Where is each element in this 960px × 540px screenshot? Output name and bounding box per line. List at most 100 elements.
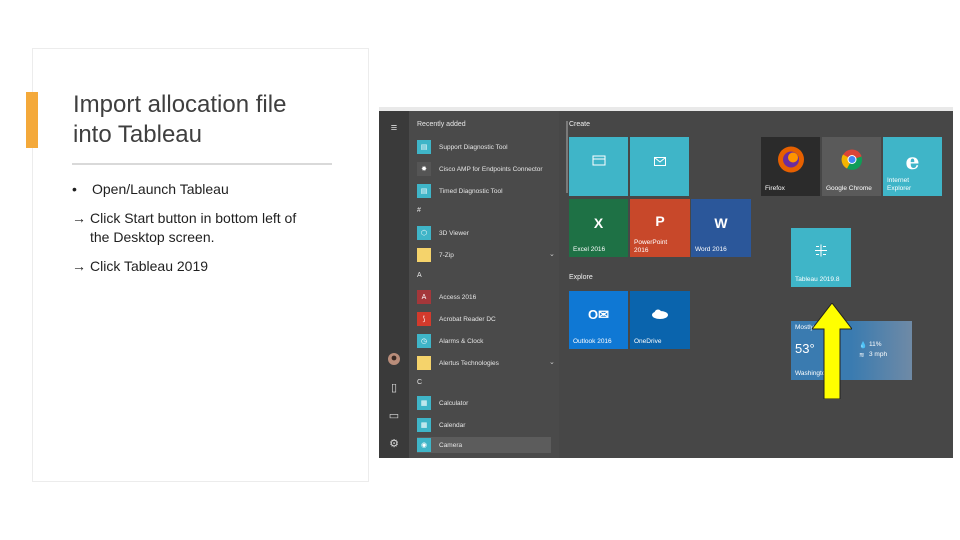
app-item[interactable]: ▦ Calculator <box>417 395 468 411</box>
app-label: Timed Diagnostic Tool <box>439 187 503 195</box>
mail-tile[interactable] <box>630 137 689 196</box>
clock-icon: ◷ <box>417 334 431 348</box>
slide-title: Import allocation file into Tableau <box>73 90 353 150</box>
app-label: Acrobat Reader DC <box>439 315 496 323</box>
arrow-marker: → <box>72 258 86 274</box>
yellow-up-arrow <box>812 303 852 399</box>
group-label-explore: Explore <box>569 274 593 281</box>
weather-condition: Mostly <box>795 324 814 331</box>
chrome-icon <box>841 148 863 175</box>
tile-label: Outlook 2016 <box>573 338 612 345</box>
app-list: Recently added ▤ Support Diagnostic Tool… <box>409 111 559 458</box>
app-item[interactable]: ◉ Camera <box>417 437 551 453</box>
internet-explorer-tile[interactable]: e Internet Explorer <box>883 137 942 196</box>
group-label-create: Create <box>569 121 591 128</box>
tile-label: Firefox <box>765 185 785 192</box>
app-label: Alertus Technologies <box>439 359 499 367</box>
calculator-icon: ▦ <box>417 396 431 410</box>
chrome-tile[interactable]: Google Chrome <box>822 137 881 196</box>
onedrive-tile[interactable]: OneDrive <box>630 291 690 349</box>
calendar-tile[interactable] <box>569 137 628 196</box>
tile-label: Word 2016 <box>695 246 727 253</box>
acrobat-icon: ⟆ <box>417 312 431 326</box>
scroll-divider <box>566 121 568 193</box>
outlook-tile[interactable]: O✉ Outlook 2016 <box>569 291 628 349</box>
app-label: Access 2016 <box>439 293 477 301</box>
weather-wind: 3 mph <box>869 351 888 358</box>
app-item[interactable]: ▤ Timed Diagnostic Tool <box>417 183 503 199</box>
app-label: 3D Viewer <box>439 229 469 237</box>
section-header: # <box>417 207 421 214</box>
app-item[interactable]: A Access 2016 <box>417 289 476 305</box>
tile-label: Tableau 2019.8 <box>795 276 840 283</box>
accent-bar <box>26 92 38 148</box>
weather-precip: 11% <box>869 341 882 348</box>
bullet-list: • Open/Launch Tableau → Click Start butt… <box>72 180 342 286</box>
section-header: C <box>417 379 423 386</box>
app-label: Calendar <box>439 421 466 429</box>
bullet-text-continuation: the Desktop screen. <box>90 229 215 245</box>
arrow-marker: → <box>72 210 86 226</box>
firefox-icon <box>777 145 805 178</box>
bullet-text: Click Start button in bottom left of <box>90 210 297 226</box>
tableau-tile[interactable]: Tableau 2019.8 <box>791 228 851 287</box>
app-label: Calculator <box>439 399 469 407</box>
app-item[interactable]: ⬡ 3D Viewer <box>417 225 469 241</box>
bullet-text: Click Tableau 2019 <box>90 258 209 274</box>
app-item[interactable]: ▦ Calendar <box>417 417 465 433</box>
excel-tile[interactable]: X Excel 2016 <box>569 199 628 257</box>
app-label: Support Diagnostic Tool <box>439 143 508 151</box>
cloud-icon <box>651 306 669 324</box>
app-label: Alarms & Clock <box>439 337 484 345</box>
outlook-icon: O✉ <box>587 307 610 323</box>
camera-icon: ◉ <box>417 438 431 452</box>
user-avatar-icon[interactable] <box>387 353 401 367</box>
tile-label: PowerPoint 2016 <box>634 239 668 254</box>
diagnostic-tool-icon: ▤ <box>417 140 431 154</box>
slide-title-line-1: Import allocation file <box>73 91 287 118</box>
pictures-icon[interactable]: ▭ <box>387 409 401 423</box>
firefox-tile[interactable]: Firefox <box>761 137 820 196</box>
word-tile[interactable]: W Word 2016 <box>691 199 751 257</box>
app-label: Camera <box>439 441 463 449</box>
folder-icon <box>417 356 431 370</box>
app-item[interactable]: ⟆ Acrobat Reader DC <box>417 311 496 327</box>
tile-label: Internet Explorer <box>887 177 912 192</box>
powerpoint-tile[interactable]: P PowerPoint 2016 <box>630 199 690 257</box>
powerpoint-icon: P <box>655 213 665 230</box>
chevron-down-icon[interactable]: ⌄ <box>549 358 555 366</box>
settings-gear-icon[interactable]: ⚙ <box>387 437 401 451</box>
start-menu-screenshot: ≡ ▯ ▭ ⚙ Recently added ▤ Support Diagnos… <box>379 107 953 458</box>
section-header: A <box>417 272 422 279</box>
internet-explorer-icon: e <box>905 148 920 175</box>
hamburger-icon[interactable]: ≡ <box>387 121 401 135</box>
wind-icon: ≋ <box>859 352 865 359</box>
app-item[interactable]: ◷ Alarms & Clock <box>417 333 483 349</box>
section-header: Recently added <box>417 121 466 128</box>
bullet-text: Open/Launch Tableau <box>92 181 229 197</box>
slide-title-line-2: into Tableau <box>73 121 202 148</box>
excel-icon: X <box>593 215 604 232</box>
start-rail: ≡ ▯ ▭ ⚙ <box>379 111 409 458</box>
documents-icon[interactable]: ▯ <box>387 381 401 395</box>
app-label: 7-Zip <box>439 251 454 259</box>
access-icon: A <box>417 290 431 304</box>
app-item[interactable]: ▤ Support Diagnostic Tool <box>417 139 508 155</box>
tile-label: Excel 2016 <box>573 246 606 253</box>
folder-icon <box>417 248 431 262</box>
bullet-item: • Open/Launch Tableau <box>72 180 342 199</box>
bullet-item: → Click Tableau 2019 <box>72 257 342 276</box>
tableau-icon <box>813 242 829 263</box>
mail-icon <box>653 153 666 171</box>
app-item[interactable]: Alertus Technologies <box>417 355 499 371</box>
word-icon: W <box>714 215 728 232</box>
precip-icon: 💧 <box>859 342 868 349</box>
title-divider <box>72 163 332 165</box>
chevron-down-icon[interactable]: ⌄ <box>549 250 555 258</box>
app-label: Cisco AMP for Endpoints Connector <box>439 165 543 173</box>
timed-diagnostic-icon: ▤ <box>417 184 431 198</box>
app-item[interactable]: 7-Zip <box>417 247 454 263</box>
cisco-amp-icon: ✸ <box>417 162 431 176</box>
app-item[interactable]: ✸ Cisco AMP for Endpoints Connector <box>417 161 543 177</box>
tile-label: Google Chrome <box>826 185 872 192</box>
